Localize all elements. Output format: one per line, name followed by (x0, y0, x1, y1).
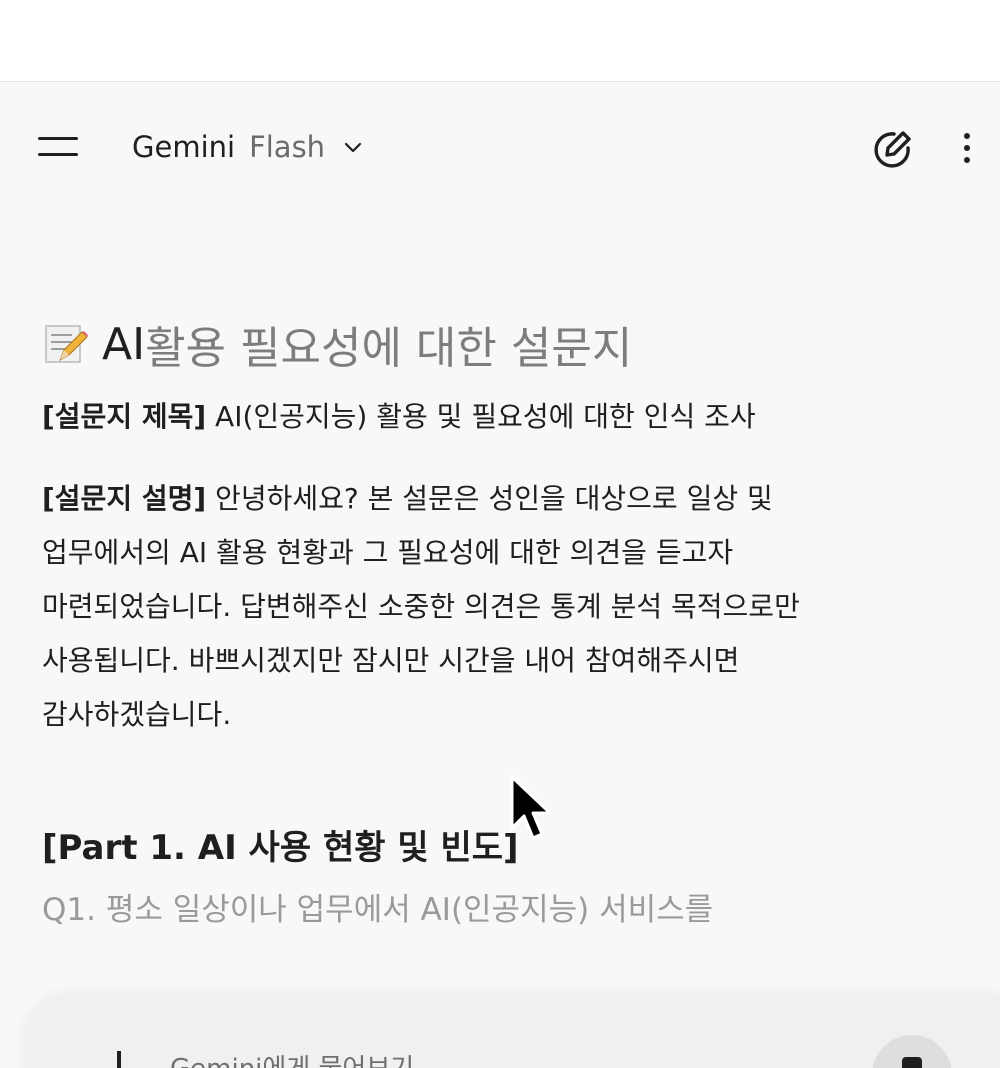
model-selector[interactable]: Gemini Flash (132, 126, 363, 168)
more-dot (964, 157, 970, 163)
hamburger-menu-icon[interactable] (30, 126, 86, 166)
app-header: Gemini Flash (0, 82, 1000, 212)
prompt-composer (24, 995, 1000, 1068)
survey-title-paragraph: [설문지 제목] AI(인공지능) 활용 및 필요성에 대한 인식 조사 (42, 390, 942, 444)
more-dot (964, 133, 970, 139)
survey-title-label: [설문지 제목] (42, 400, 207, 433)
response-content: AI 활용 필요성에 대한 설문지 [설문지 제목] AI(인공지능) 활용 및… (42, 310, 942, 934)
survey-desc-line: 감사하겠습니다. (42, 698, 232, 731)
survey-desc-label: [설문지 설명] (42, 482, 207, 515)
survey-desc-line: 업무에서의 AI 활용 현황과 그 필요성에 대한 의견을 듣고자 (42, 536, 734, 569)
menu-bar-bottom (38, 152, 78, 156)
model-name: Gemini (132, 130, 236, 164)
survey-desc-line: 안녕하세요? 본 설문은 성인을 대상으로 일상 및 (206, 482, 773, 515)
more-dot (964, 145, 970, 151)
model-variant: Flash (249, 130, 326, 164)
mouse-pointer-icon (510, 775, 552, 840)
survey-description-paragraph: [설문지 설명] 안녕하세요? 본 설문은 성인을 대상으로 일상 및 업무에서… (42, 472, 932, 742)
mic-icon[interactable] (872, 1035, 952, 1068)
plus-stroke (117, 1051, 121, 1068)
status-bar-area (0, 0, 1000, 82)
edit-pencil-icon[interactable] (870, 126, 914, 170)
memo-emoji (45, 325, 88, 363)
chevron-down-icon (344, 142, 362, 153)
part1-heading: [Part 1. AI 사용 현황 및 빈도] (42, 828, 519, 868)
document-title: AI 활용 필요성에 대한 설문지 (42, 310, 942, 378)
title-rest: 활용 필요성에 대한 설문지 (145, 323, 633, 374)
more-vertical-icon[interactable] (952, 126, 982, 170)
question-1: Q1. 평소 일상이나 업무에서 AI(인공지능) 서비스를 (42, 892, 714, 928)
survey-desc-line: 사용됩니다. 바쁘시겠지만 잠시만 시간을 내어 참여해주시면 (42, 644, 740, 677)
prompt-input[interactable] (170, 1049, 770, 1068)
content-fade (0, 930, 1000, 1000)
survey-desc-line: 마련되었습니다. 답변해주신 소중한 의견은 통계 분석 목적으로만 (42, 590, 800, 623)
title-ai: AI (102, 318, 146, 370)
mic-glyph (902, 1057, 922, 1068)
plus-icon[interactable] (104, 1045, 134, 1068)
menu-bar-top (38, 136, 78, 140)
survey-title-text: AI(인공지능) 활용 및 필요성에 대한 인식 조사 (206, 400, 756, 433)
